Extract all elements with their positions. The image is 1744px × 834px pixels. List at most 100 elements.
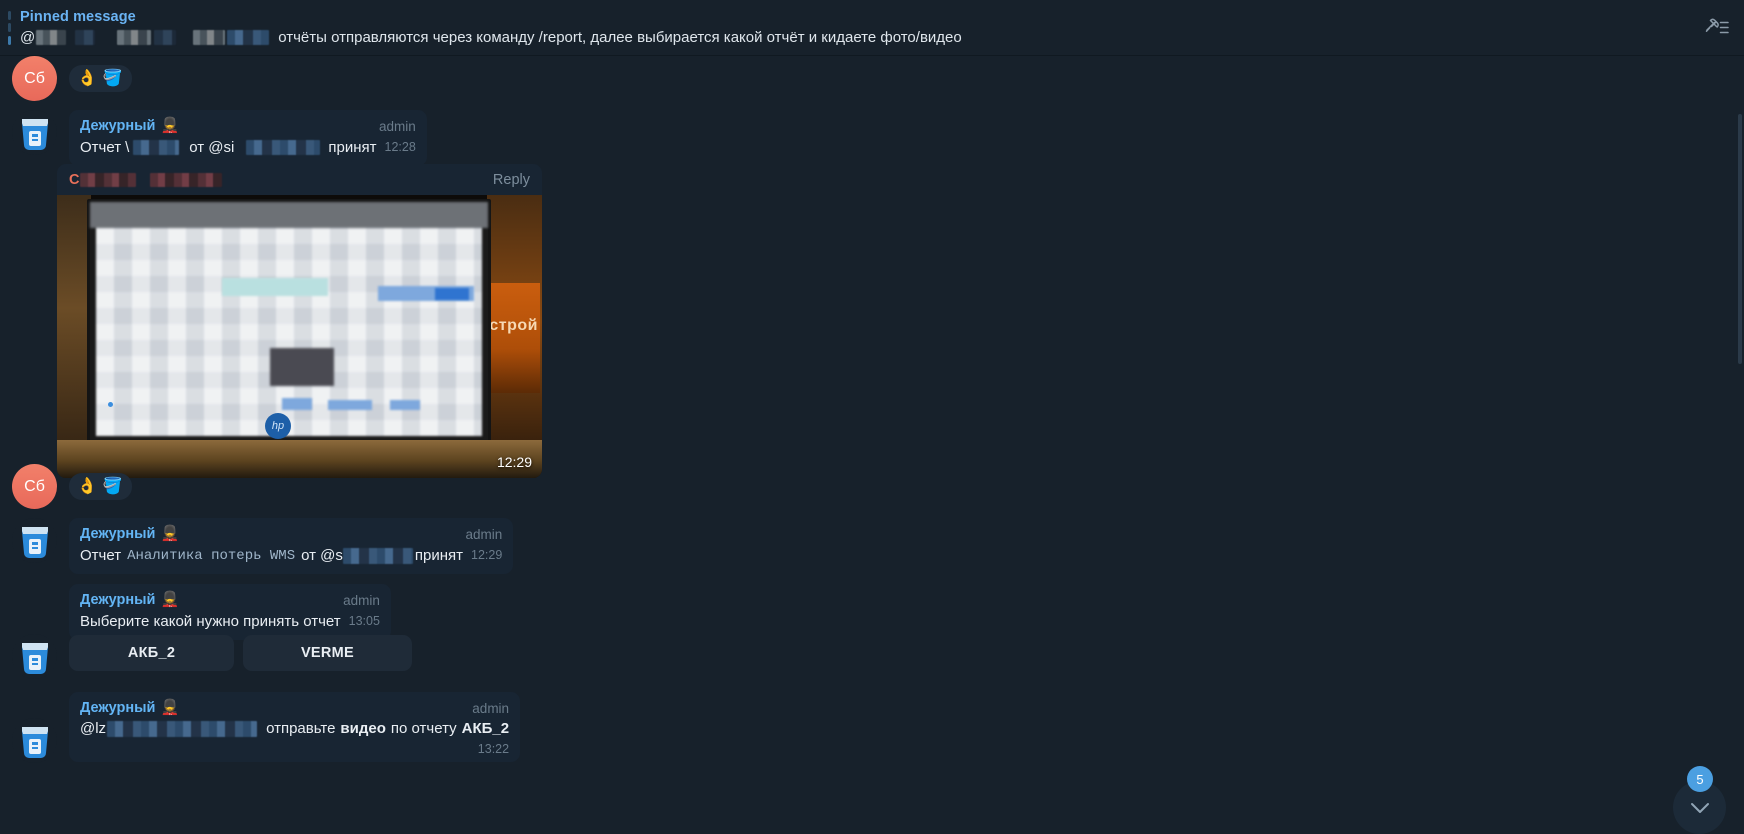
pinned-message-content: Pinned message @ отчёты отправляются чер… xyxy=(20,8,962,48)
inline-button-verme[interactable]: VERME xyxy=(243,635,412,671)
message-sender[interactable]: Дежурный 💂 xyxy=(80,116,179,136)
bot-badge-emoji: 🪣 xyxy=(102,477,123,495)
mention-text[interactable]: @lz xyxy=(80,718,106,740)
bot-avatar-icon[interactable] xyxy=(12,634,57,679)
text-mid: от @s xyxy=(301,546,343,564)
text-prefix: Отчет xyxy=(80,138,122,156)
chevron-down-icon xyxy=(1690,802,1709,813)
pinned-progress-marks xyxy=(8,10,11,45)
text-prefix: Отчет xyxy=(80,546,122,564)
reaction-row-1: Сб 👌 🪣 xyxy=(12,56,132,101)
reply-initial: С xyxy=(69,171,80,188)
redacted-username-2 xyxy=(75,29,96,45)
admin-badge: admin xyxy=(465,526,503,542)
pin-list-icon[interactable] xyxy=(1700,11,1734,45)
sender-emoji: 💂 xyxy=(160,525,180,542)
reaction-row-2: Сб 👌 🪣 xyxy=(12,464,132,509)
redacted-reply-name-1 xyxy=(80,172,137,187)
text-mid: от @si xyxy=(189,138,235,156)
message-list[interactable]: Сб 👌 🪣 Дежурный 💂 admin Отчет \ от @si п… xyxy=(0,56,1744,834)
redacted-username-1 xyxy=(36,29,67,45)
message-row-2: Дежурный 💂 admin Отчет \ от @si принят 1… xyxy=(12,110,427,166)
admin-badge: admin xyxy=(472,700,510,716)
message-sender[interactable]: Дежурный 💂 xyxy=(80,698,179,718)
photo-timestamp: 12:29 xyxy=(496,454,532,470)
sender-name: Дежурный xyxy=(80,592,156,608)
message-bubble[interactable]: Дежурный 💂 admin Отчет Аналитика потерь … xyxy=(69,518,514,574)
text-bold-report: АКБ_2 xyxy=(461,720,510,737)
photo-hp-logo: hp xyxy=(265,413,291,439)
avatar[interactable]: Сб xyxy=(12,56,57,101)
bot-badge-icon xyxy=(21,118,48,150)
message-bubble[interactable]: Дежурный 💂 admin Выберите какой нужно пр… xyxy=(69,584,391,640)
pinned-message-label: Pinned message xyxy=(20,8,136,25)
reply-sender-name: С xyxy=(69,171,223,188)
inline-keyboard[interactable]: АКБ_2 VERME xyxy=(69,635,412,671)
telegram-chat-window: Pinned message @ отчёты отправляются чер… xyxy=(0,0,1744,834)
admin-badge: admin xyxy=(379,118,416,134)
message-text: Отчет \ от @si принят 12:28 xyxy=(80,136,416,159)
pinned-mention-at: @ xyxy=(20,28,36,46)
bot-badge-icon xyxy=(21,642,48,674)
redacted-username-4 xyxy=(154,29,177,45)
avatar[interactable]: Сб xyxy=(12,464,57,509)
sender-name: Дежурный xyxy=(80,118,156,134)
bot-avatar-row-6 xyxy=(12,634,57,679)
message-time: 12:29 xyxy=(471,548,503,562)
bot-badge-emoji: 🪣 xyxy=(102,69,123,87)
text-b: по отчету xyxy=(390,720,457,737)
redacted-username xyxy=(342,547,413,564)
message-text: Отчет Аналитика потерь WMS от @s принят … xyxy=(80,544,502,567)
sender-name: Дежурный xyxy=(80,526,156,542)
redacted-mention xyxy=(107,721,258,737)
bot-badge-icon xyxy=(21,726,48,758)
pinned-bar-actions xyxy=(1700,11,1744,45)
text-bold-video: видео xyxy=(340,720,386,737)
photo-monitor-screenshot[interactable]: строй hp 12:29 xyxy=(57,195,542,478)
text-suffix: принят xyxy=(328,138,377,156)
message-row-5: Дежурный 💂 admin Отчет Аналитика потерь … xyxy=(12,518,514,574)
bot-avatar-icon[interactable] xyxy=(12,518,57,563)
redacted-reply-name-2 xyxy=(150,172,223,187)
unread-count-badge[interactable]: 5 xyxy=(1687,766,1713,792)
message-row-6: Дежурный 💂 admin Выберите какой нужно пр… xyxy=(12,584,391,640)
ok-hand-emoji: 👌 xyxy=(77,69,97,87)
backslash-char: \ xyxy=(125,138,130,156)
inline-button-akb2[interactable]: АКБ_2 xyxy=(69,635,234,671)
reaction-pill[interactable]: 👌 🪣 xyxy=(69,473,132,500)
message-time: 13:05 xyxy=(348,614,380,628)
message-row-7: Дежурный 💂 admin @lz отправьте видео по … xyxy=(12,692,521,763)
text-suffix: принят xyxy=(414,546,464,564)
photo-shop-sign-text: строй xyxy=(489,317,538,334)
redacted-username xyxy=(246,140,321,155)
message-text: Выберите какой нужно принять отчет 13:05 xyxy=(80,610,380,633)
redacted-username-3 xyxy=(117,29,152,45)
bot-avatar-icon[interactable] xyxy=(12,718,57,763)
message-time: 12:28 xyxy=(384,140,416,154)
reply-label[interactable]: Reply xyxy=(493,172,530,188)
bot-avatar-icon[interactable] xyxy=(12,110,57,155)
sender-emoji: 💂 xyxy=(160,591,180,608)
pinned-message-text: @ отчёты отправляются через команду /rep… xyxy=(20,27,962,48)
text-a: отправьте xyxy=(266,720,336,737)
message-bubble[interactable]: Дежурный 💂 admin @lz отправьте видео по … xyxy=(69,692,521,762)
admin-badge: admin xyxy=(343,592,380,608)
pinned-message-body-text: отчёты отправляются через команду /repor… xyxy=(278,28,962,46)
reply-header[interactable]: С Reply xyxy=(57,164,542,195)
message-bubble[interactable]: Дежурный 💂 admin Отчет \ от @si принят 1… xyxy=(69,110,427,166)
message-body: Выберите какой нужно принять отчет xyxy=(80,612,341,630)
sender-name: Дежурный xyxy=(80,700,156,716)
redacted-username-5 xyxy=(193,29,226,45)
photo-message[interactable]: С Reply строй hp 12:29 xyxy=(57,164,542,478)
reaction-pill[interactable]: 👌 🪣 xyxy=(69,65,132,92)
sender-emoji: 💂 xyxy=(160,699,180,716)
message-text: @lz отправьте видео по отчету АКБ_2 xyxy=(80,718,509,740)
sender-emoji: 💂 xyxy=(160,117,180,134)
message-sender[interactable]: Дежурный 💂 xyxy=(80,524,179,544)
message-sender[interactable]: Дежурный 💂 xyxy=(80,590,179,610)
pinned-message-bar[interactable]: Pinned message @ отчёты отправляются чер… xyxy=(0,0,1744,56)
ok-hand-emoji: 👌 xyxy=(77,477,97,495)
bot-badge-icon xyxy=(21,526,48,558)
redacted-report-name xyxy=(133,140,180,155)
vertical-scrollbar[interactable] xyxy=(1738,114,1742,364)
